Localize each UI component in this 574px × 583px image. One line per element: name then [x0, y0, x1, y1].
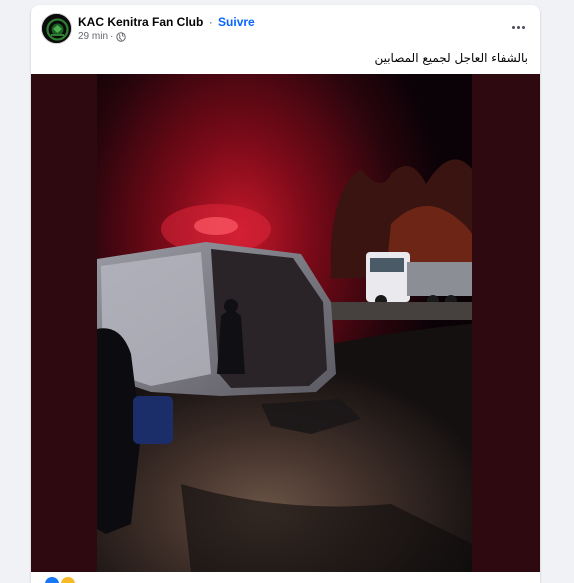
care-reaction-icon	[61, 577, 75, 583]
post-text: بالشفاء العاجل لجميع المصابين	[374, 51, 528, 65]
name-separator: ·	[208, 15, 213, 29]
like-reaction-icon	[45, 577, 59, 583]
post-header: KAC Kenitra Fan Club · Suivre 29 min ·	[31, 5, 540, 51]
post-meta: 29 min ·	[78, 31, 127, 43]
reactions-summary[interactable]	[45, 577, 75, 583]
page-avatar[interactable]	[41, 13, 72, 44]
globe-icon[interactable]	[116, 32, 127, 42]
post-timestamp[interactable]: 29 min	[78, 31, 108, 43]
follow-button[interactable]: Suivre	[218, 15, 255, 29]
meta-separator: ·	[110, 31, 114, 42]
accident-photo	[31, 74, 540, 572]
club-logo-icon	[42, 14, 71, 43]
post-author-line: KAC Kenitra Fan Club · Suivre	[78, 15, 255, 29]
feed-post-card: KAC Kenitra Fan Club · Suivre 29 min · ب…	[31, 5, 540, 583]
page-name-link[interactable]: KAC Kenitra Fan Club	[78, 15, 203, 29]
post-photo[interactable]	[31, 74, 540, 572]
more-options-icon[interactable]	[507, 19, 529, 35]
